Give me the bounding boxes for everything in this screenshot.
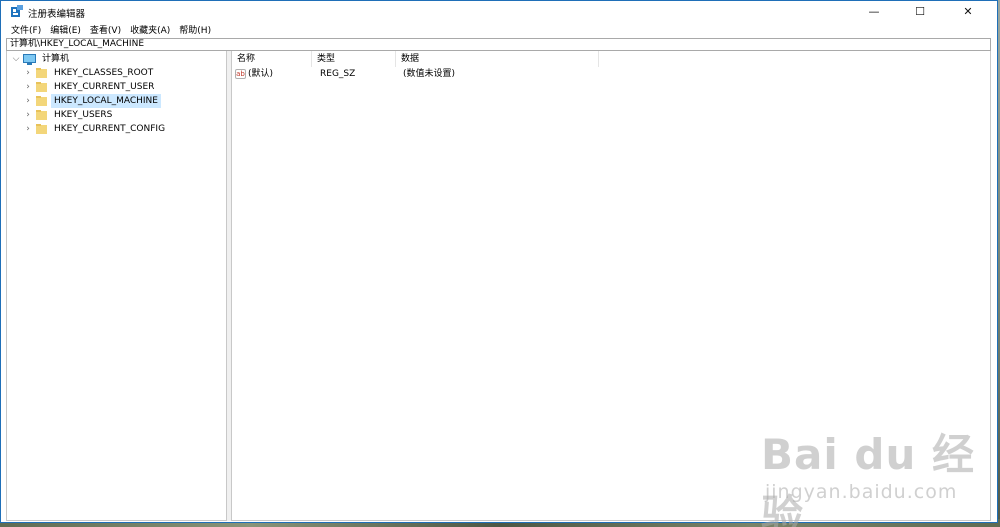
chevron-right-icon[interactable]: › [23,95,33,107]
menu-help[interactable]: 帮助(H) [179,23,211,36]
tree-item-label: HKEY_CURRENT_USER [54,82,155,92]
table-row[interactable]: ab (默认) REG_SZ (数值未设置) [232,67,602,81]
tree-item-hkey-users[interactable]: › HKEY_USERS [23,108,115,122]
chevron-right-icon[interactable]: › [23,123,33,135]
menu-edit[interactable]: 编辑(E) [50,23,81,36]
tree-item-hkey-current-config[interactable]: › HKEY_CURRENT_CONFIG [23,122,168,136]
ab-string-icon: ab [235,69,246,79]
column-header-data[interactable]: 数据 [396,51,599,67]
tree-item-computer[interactable]: ⌵ 计算机 [11,52,72,66]
window-title: 注册表编辑器 [28,9,86,20]
menu-favorites[interactable]: 收藏夹(A) [130,23,170,36]
maximize-button[interactable]: ☐ [897,1,943,22]
column-header-name[interactable]: 名称 [232,51,312,67]
folder-icon [36,68,47,78]
value-data: (数值未设置) [403,69,456,79]
value-name: (默认) [248,69,274,79]
tree-item-label: 计算机 [42,54,70,64]
chevron-right-icon[interactable]: › [23,67,33,79]
tree-item-label-selected: HKEY_LOCAL_MACHINE [51,94,161,108]
close-button[interactable]: ✕ [945,1,991,22]
key-tree-pane[interactable]: ⌵ 计算机 › HKEY_CLASSES_ROOT › HKEY_CURRENT… [6,51,227,521]
computer-icon [23,53,36,65]
tree-item-hkey-classes-root[interactable]: › HKEY_CLASSES_ROOT [23,66,156,80]
menu-file[interactable]: 文件(F) [11,23,41,36]
folder-icon [36,110,47,120]
folder-icon [36,96,47,106]
folder-icon [36,124,47,134]
chevron-down-icon[interactable]: ⌵ [11,53,21,65]
values-list-pane[interactable]: 名称 类型 数据 ab (默认) REG_SZ (数值未设置) [231,51,991,521]
folder-icon [36,82,47,92]
column-header-type[interactable]: 类型 [312,51,396,67]
regedit-window: 注册表编辑器 — ☐ ✕ 文件(F) 编辑(E) 查看(V) 收藏夹(A) 帮助… [0,0,998,527]
tree-item-hkey-current-user[interactable]: › HKEY_CURRENT_USER [23,80,157,94]
tree-item-label: HKEY_USERS [54,110,113,120]
title-bar[interactable]: 注册表编辑器 — ☐ ✕ [1,1,997,22]
menu-bar: 文件(F) 编辑(E) 查看(V) 收藏夹(A) 帮助(H) [1,22,997,36]
tree-item-hkey-local-machine[interactable]: › HKEY_LOCAL_MACHINE [23,94,161,108]
chevron-right-icon[interactable]: › [23,81,33,93]
address-bar[interactable]: 计算机\HKEY_LOCAL_MACHINE [6,38,991,51]
chevron-right-icon[interactable]: › [23,109,33,121]
value-type: REG_SZ [320,69,356,79]
minimize-icon: — [868,5,880,18]
registry-editor-app-icon [11,5,23,17]
close-icon: ✕ [963,5,973,18]
tree-item-label: HKEY_CLASSES_ROOT [54,68,154,78]
maximize-icon: ☐ [915,5,925,18]
minimize-button[interactable]: — [851,1,897,22]
column-header-row: 名称 类型 数据 [232,51,990,67]
value-name-cell: ab (默认) [235,67,273,81]
menu-view[interactable]: 查看(V) [90,23,121,36]
tree-item-label: HKEY_CURRENT_CONFIG [54,124,166,134]
